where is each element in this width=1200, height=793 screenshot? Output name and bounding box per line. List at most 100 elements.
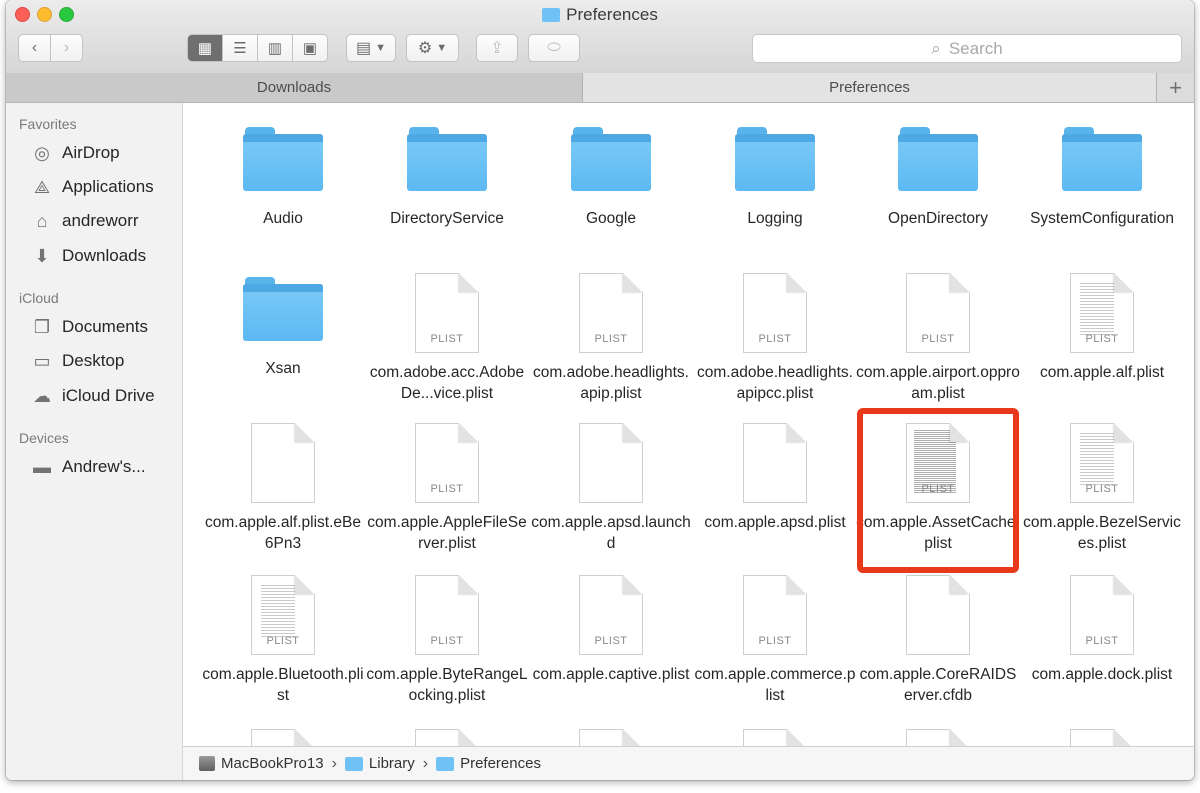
file-name-label: com.apple.alf.plist — [1039, 364, 1165, 381]
sidebar-item-device[interactable]: ▬ Andrew's... — [30, 454, 146, 480]
file-extension-label: PLIST — [430, 635, 464, 647]
chevron-down-icon: ▼ — [436, 42, 448, 54]
share-button[interactable]: ⇪ — [476, 34, 518, 62]
chevron-left-icon: ‹ — [31, 39, 38, 56]
documents-icon: ❐ — [33, 316, 51, 337]
file-name-label: com.adobe.headlights.apipcc.plist — [697, 364, 853, 402]
arrange-button[interactable]: ▤ ▼ — [346, 34, 396, 62]
file-extension-label: PLIST — [921, 333, 955, 345]
file-item[interactable]: com.apple.apsd.launchd — [529, 423, 693, 554]
folder-item[interactable]: Logging — [693, 123, 857, 229]
sidebar-item-home[interactable]: ⌂ andreworr — [30, 208, 139, 234]
tab-downloads[interactable]: Downloads — [6, 73, 583, 102]
new-tab-button[interactable]: + — [1156, 73, 1194, 102]
document-icon — [906, 729, 970, 746]
sidebar-item-label: Desktop — [62, 351, 125, 370]
document-icon — [415, 729, 479, 746]
plus-icon: + — [1169, 74, 1182, 100]
gallery-view-button[interactable]: ▣ — [293, 35, 327, 61]
path-item-library[interactable]: Library — [344, 755, 415, 772]
file-item[interactable]: com.apple.alf.plist.eBe6Pn3 — [201, 423, 365, 554]
sidebar-item-documents[interactable]: ❐ Documents — [30, 314, 148, 340]
file-item[interactable] — [856, 729, 1020, 746]
sidebar-item-icloud-drive[interactable]: ☁ iCloud Drive — [30, 383, 155, 409]
file-extension-label: PLIST — [1085, 333, 1119, 345]
document-icon: PLIST — [1070, 423, 1134, 503]
file-item[interactable]: PLIST com.adobe.headlights.apipcc.plist — [693, 273, 857, 404]
action-button[interactable]: ⚙ ▼ — [406, 34, 459, 62]
file-item[interactable] — [201, 729, 365, 746]
sidebar-item-desktop[interactable]: ▭ Desktop — [30, 348, 124, 374]
cloud-icon: ☁ — [33, 385, 51, 406]
icon-view-button[interactable]: ▦ — [188, 35, 223, 61]
folder-item[interactable]: Google — [529, 123, 693, 229]
file-item[interactable]: PLIST com.apple.Bluetooth.plist — [201, 575, 365, 706]
file-icon-grid: Audio DirectoryService Google Logging OpenDi… — [183, 103, 1194, 746]
path-item-preferences[interactable]: Preferences — [436, 755, 541, 772]
folder-item[interactable]: DirectoryService — [365, 123, 529, 229]
back-button[interactable]: ‹ — [18, 34, 51, 62]
file-name-label: com.apple.apsd.plist — [704, 514, 846, 531]
sidebar-item-label: Documents — [62, 317, 148, 336]
columns-icon: ▥ — [267, 40, 283, 57]
folder-item[interactable]: Xsan — [201, 273, 365, 379]
sidebar-item-label: Andrew's... — [62, 457, 146, 476]
file-item[interactable]: PLIST com.apple.alf.plist — [1020, 273, 1184, 383]
folder-item[interactable]: Audio — [201, 123, 365, 229]
file-name-label: Audio — [263, 210, 303, 227]
path-item-label: Library — [368, 755, 415, 772]
sidebar-section-favorites: Favorites — [19, 116, 77, 132]
document-icon — [1070, 729, 1134, 746]
sidebar-item-applications[interactable]: ⟁ Applications — [30, 174, 154, 200]
file-item[interactable]: PLIST com.apple.BezelServices.plist — [1020, 423, 1184, 554]
file-item[interactable]: com.apple.CoreRAIDServer.cfdb — [856, 575, 1020, 706]
file-item[interactable] — [365, 729, 529, 746]
tab-preferences[interactable]: Preferences — [583, 73, 1156, 102]
folder-item[interactable]: SystemConfiguration — [1020, 123, 1184, 229]
file-extension-label: PLIST — [266, 635, 300, 647]
file-item[interactable] — [693, 729, 857, 746]
column-view-button[interactable]: ▥ — [258, 35, 293, 61]
sidebar-item-downloads[interactable]: ⬇ Downloads — [30, 243, 146, 269]
file-item[interactable] — [1020, 729, 1184, 746]
file-name-label: com.apple.Bluetooth.plist — [202, 666, 364, 704]
file-item[interactable] — [529, 729, 693, 746]
document-icon — [743, 729, 807, 746]
tab-bar: Downloads Preferences + — [6, 73, 1194, 103]
file-item[interactable]: PLIST com.adobe.acc.AdobeDe...vice.plist — [365, 273, 529, 404]
file-name-label: com.apple.alf.plist.eBe6Pn3 — [205, 514, 361, 552]
file-item[interactable]: PLIST com.apple.captive.plist — [529, 575, 693, 685]
folder-icon — [571, 127, 651, 191]
list-view-button[interactable]: ☰ — [223, 35, 258, 61]
file-name-label: DirectoryService — [390, 210, 504, 227]
document-icon — [906, 575, 970, 655]
search-field[interactable]: ⌕ Search — [752, 34, 1182, 63]
file-item[interactable]: PLIST com.apple.ByteRangeLocking.plist — [365, 575, 529, 706]
file-item[interactable]: com.apple.apsd.plist — [693, 423, 857, 533]
folder-icon — [243, 277, 323, 341]
desktop-icon: ▭ — [33, 350, 51, 371]
file-name-label: com.apple.apsd.launchd — [531, 514, 691, 552]
sidebar-section-icloud: iCloud — [19, 290, 59, 306]
file-item[interactable]: PLIST com.apple.commerce.plist — [693, 575, 857, 706]
folder-item[interactable]: OpenDirectory — [856, 123, 1020, 229]
file-item[interactable]: PLIST com.apple.airport.opproam.plist — [856, 273, 1020, 404]
disk-icon — [199, 756, 215, 771]
file-item[interactable]: PLIST com.adobe.headlights.apip.plist — [529, 273, 693, 404]
document-icon: PLIST — [579, 273, 643, 353]
tags-button[interactable]: ⬭ — [528, 34, 580, 62]
sidebar-item-label: iCloud Drive — [62, 386, 155, 405]
folder-icon — [735, 127, 815, 191]
sidebar-item-label: AirDrop — [62, 143, 120, 162]
forward-button[interactable]: › — [50, 34, 83, 62]
folder-icon — [436, 756, 455, 771]
file-item[interactable]: PLIST com.apple.dock.plist — [1020, 575, 1184, 685]
file-extension-label: PLIST — [758, 635, 792, 647]
document-icon: PLIST — [579, 575, 643, 655]
file-item[interactable]: PLIST com.apple.AppleFileServer.plist — [365, 423, 529, 554]
sidebar-item-airdrop[interactable]: ◎ AirDrop — [30, 140, 120, 166]
applications-icon: ⟁ — [33, 176, 51, 197]
arrange-icon: ▤ — [355, 40, 372, 57]
folder-icon — [1062, 127, 1142, 191]
path-item-disk[interactable]: MacBookPro13 — [199, 755, 324, 772]
